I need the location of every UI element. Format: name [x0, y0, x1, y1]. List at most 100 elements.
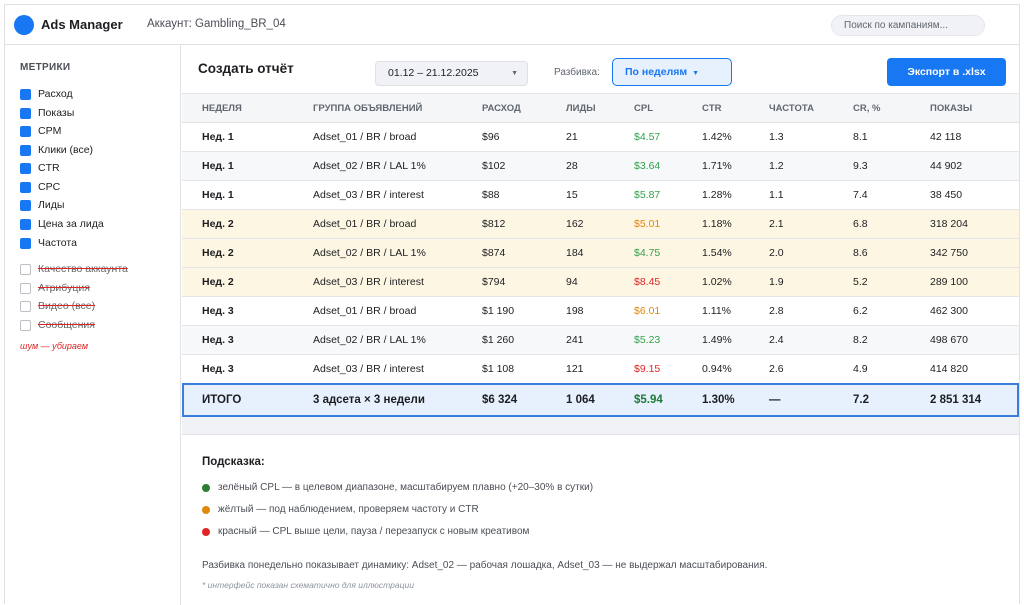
- spend-cell: $102: [482, 160, 506, 172]
- column-header[interactable]: CR, %: [853, 94, 880, 122]
- spend-cell: $812: [482, 218, 506, 230]
- column-header[interactable]: ЧАСТОТА: [769, 94, 814, 122]
- column-header[interactable]: НЕДЕЛЯ: [202, 94, 242, 122]
- metric-checkbox-item[interactable]: CPC: [20, 180, 60, 194]
- metric-label: CTR: [38, 162, 60, 174]
- table-row[interactable]: Нед. 2 Adset_03 / BR / interest $794 94 $8.4…: [182, 268, 1019, 297]
- spend-cell: $1 190: [482, 305, 515, 317]
- leads-cell: 241: [566, 334, 584, 346]
- table-row[interactable]: Нед. 1 Adset_03 / BR / interest $88 15 $5.87…: [182, 181, 1019, 210]
- metric-checkbox-item[interactable]: Частота: [20, 236, 77, 250]
- leads-cell: 15: [566, 189, 578, 201]
- checkbox-checked-icon[interactable]: [20, 88, 31, 100]
- spend-cell: $874: [482, 247, 506, 259]
- column-header[interactable]: ГРУППА ОБЪЯВЛЕНИЙ: [313, 94, 422, 122]
- cpl-cell: $4.75: [634, 247, 661, 259]
- checkbox-checked-icon[interactable]: [20, 218, 31, 230]
- cr-cell: 9.3: [853, 160, 868, 172]
- table-row[interactable]: Нед. 1 Adset_01 / BR / broad $96 21 $4.57 1.4…: [182, 123, 1019, 152]
- metric-label: Атрибуция: [38, 282, 90, 294]
- account-name[interactable]: Аккаунт: Gambling_BR_04: [147, 18, 286, 30]
- metric-label: Цена за лида: [38, 218, 104, 230]
- export-button[interactable]: Экспорт в .xlsx: [887, 58, 1006, 86]
- adset-cell: Adset_01 / BR / broad: [313, 218, 417, 230]
- column-header[interactable]: CPL: [634, 94, 653, 122]
- impressions-cell: 318 204: [930, 218, 968, 230]
- checkbox-checked-icon[interactable]: [20, 125, 31, 137]
- total-adset-cell: 3 адсета × 3 недели: [313, 394, 425, 406]
- metric-checkbox-item-disabled[interactable]: Атрибуция: [20, 281, 90, 295]
- leads-cell: 121: [566, 363, 584, 375]
- cpl-cell: $3.64: [634, 160, 661, 172]
- week-cell: Нед. 1: [202, 131, 234, 143]
- column-header[interactable]: ЛИДЫ: [566, 94, 596, 122]
- report-table: НЕДЕЛЯ ГРУППА ОБЪЯВЛЕНИЙ РАСХОД ЛИДЫ CPL CTR Ч…: [182, 93, 1019, 435]
- cr-cell: 6.8: [853, 218, 868, 230]
- table-row[interactable]: Нед. 1 Adset_02 / BR / LAL 1% $102 28 $3.64 1…: [182, 152, 1019, 181]
- checkbox-checked-icon[interactable]: [20, 144, 31, 156]
- cr-cell: 8.2: [853, 334, 868, 346]
- checkbox-unchecked-icon[interactable]: [20, 263, 31, 275]
- table-row[interactable]: Нед. 3 Adset_03 / BR / interest $1 108 121 $…: [182, 355, 1019, 384]
- search-input[interactable]: Поиск по кампаниям...: [831, 15, 985, 36]
- cr-cell: 5.2: [853, 276, 868, 288]
- metric-label: Качество аккаунта: [38, 263, 128, 275]
- checkbox-checked-icon[interactable]: [20, 162, 31, 174]
- column-header[interactable]: ПОКАЗЫ: [930, 94, 972, 122]
- checkbox-unchecked-icon[interactable]: [20, 319, 31, 331]
- metric-checkbox-item-disabled[interactable]: Качество аккаунта: [20, 262, 128, 276]
- table-row[interactable]: Нед. 2 Adset_02 / BR / LAL 1% $874 184 $4.75…: [182, 239, 1019, 268]
- frequency-cell: 2.8: [769, 305, 784, 317]
- adset-cell: Adset_01 / BR / broad: [313, 131, 417, 143]
- table-row[interactable]: Нед. 2 Adset_01 / BR / broad $812 162 $5.01 1…: [182, 210, 1019, 239]
- total-leads-cell: 1 064: [566, 394, 595, 406]
- metric-checkbox-item[interactable]: Показы: [20, 106, 74, 120]
- status-dot-icon: [202, 483, 210, 492]
- cpl-cell: $5.87: [634, 189, 661, 201]
- table-header: НЕДЕЛЯ ГРУППА ОБЪЯВЛЕНИЙ РАСХОД ЛИДЫ CPL CTR Ч…: [182, 93, 1019, 123]
- cr-cell: 4.9: [853, 363, 868, 375]
- metric-label: Частота: [38, 237, 77, 249]
- metric-checkbox-item[interactable]: CPM: [20, 124, 61, 138]
- adset-cell: Adset_03 / BR / interest: [313, 276, 424, 288]
- cpl-cell: $8.45: [634, 276, 661, 288]
- ctr-cell: 0.94%: [702, 363, 732, 375]
- checkbox-unchecked-icon[interactable]: [20, 282, 31, 294]
- checkbox-checked-icon[interactable]: [20, 181, 31, 193]
- split-select[interactable]: По неделям ▼: [612, 58, 732, 86]
- cpl-cell: $5.01: [634, 218, 661, 230]
- chevron-down-icon: ▼: [692, 70, 700, 77]
- checkbox-unchecked-icon[interactable]: [20, 300, 31, 312]
- adset-cell: Adset_03 / BR / interest: [313, 363, 424, 375]
- split-label: Разбивка:: [554, 67, 600, 78]
- column-header[interactable]: РАСХОД: [482, 94, 521, 122]
- ctr-cell: 1.71%: [702, 160, 732, 172]
- metric-checkbox-item[interactable]: Клики (все): [20, 143, 93, 157]
- column-header[interactable]: CTR: [702, 94, 722, 122]
- frequency-cell: 1.9: [769, 276, 784, 288]
- checkbox-checked-icon[interactable]: [20, 107, 31, 119]
- metric-checkbox-item[interactable]: CTR: [20, 161, 60, 175]
- hint-footnote: * интерфейс показан схематично для иллюс…: [202, 580, 414, 590]
- metric-checkbox-item[interactable]: Расход: [20, 87, 73, 101]
- date-range-select[interactable]: 01.12 – 21.12.2025 ▼: [375, 61, 528, 86]
- report-panel: Создать отчёт 01.12 – 21.12.2025 ▼ Разби…: [182, 45, 1019, 605]
- table-row[interactable]: Нед. 3 Adset_01 / BR / broad $1 190 198 $6.0…: [182, 297, 1019, 326]
- leads-cell: 162: [566, 218, 584, 230]
- impressions-cell: 42 118: [930, 131, 962, 143]
- adset-cell: Adset_02 / BR / LAL 1%: [313, 334, 426, 346]
- metric-checkbox-item[interactable]: Цена за лида: [20, 217, 104, 231]
- metric-checkbox-item-disabled[interactable]: Сообщения: [20, 318, 95, 332]
- metric-checkbox-item-disabled[interactable]: Видео (все): [20, 299, 95, 313]
- table-row[interactable]: Нед. 3 Adset_02 / BR / LAL 1% $1 260 241 $5.…: [182, 326, 1019, 355]
- total-spend-cell: $6 324: [482, 394, 518, 406]
- checkbox-checked-icon[interactable]: [20, 237, 31, 249]
- frequency-cell: 2.1: [769, 218, 784, 230]
- frequency-cell: 1.2: [769, 160, 784, 172]
- page-title: Создать отчёт: [198, 61, 294, 76]
- top-bar: Ads Manager Аккаунт: Gambling_BR_04 Поис…: [5, 5, 1019, 45]
- metric-checkbox-item[interactable]: Лиды: [20, 198, 64, 212]
- checkbox-checked-icon[interactable]: [20, 199, 31, 211]
- week-cell: Нед. 2: [202, 247, 234, 259]
- spend-cell: $794: [482, 276, 506, 288]
